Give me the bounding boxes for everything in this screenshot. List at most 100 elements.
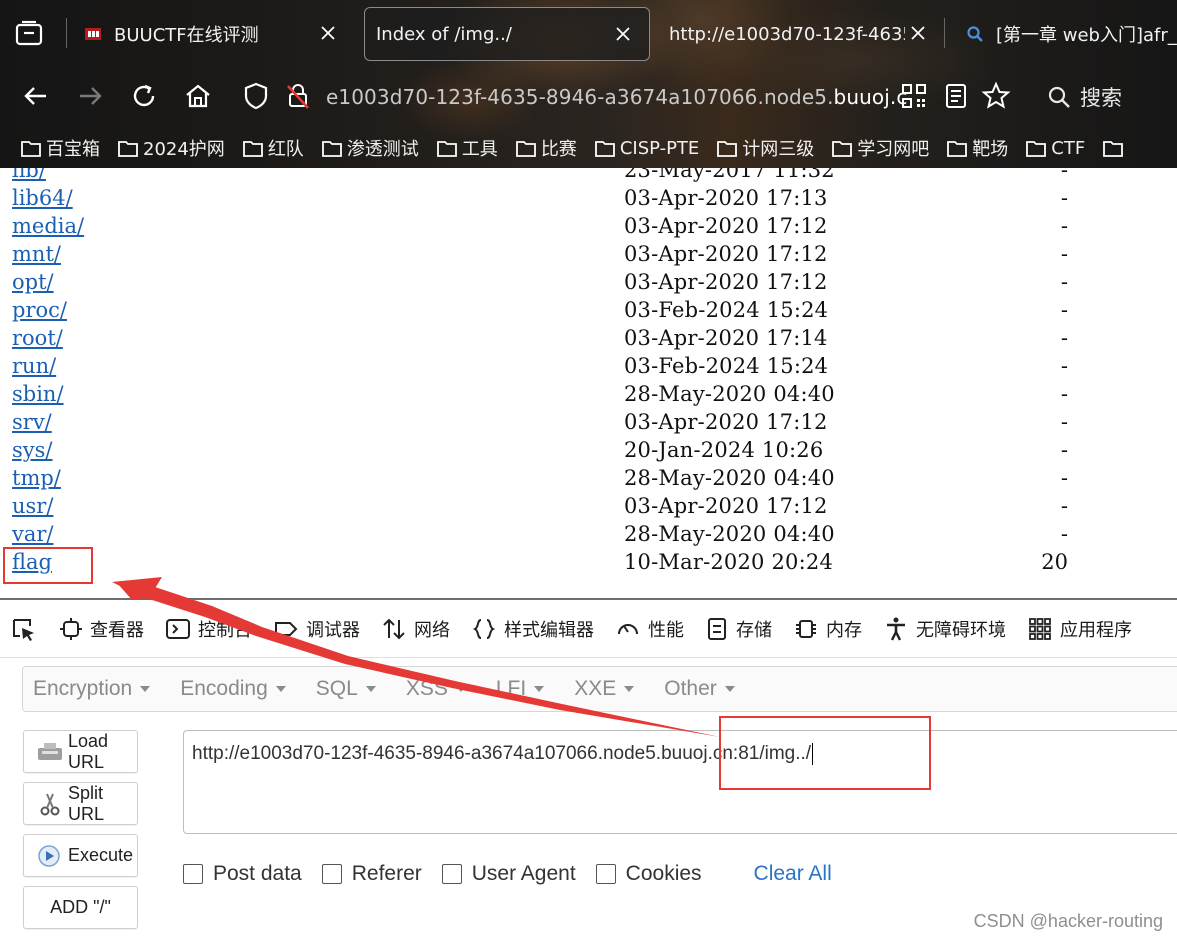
modified-date: 03-Apr-2020 17:12 [624, 214, 828, 238]
tab-afr2[interactable]: [第一章 web入门]afr_2 [962, 7, 1177, 61]
file-link[interactable]: run/ [12, 352, 56, 380]
file-link[interactable]: srv/ [12, 408, 52, 436]
reload-icon[interactable] [128, 80, 160, 112]
bookmark-star-icon[interactable] [980, 80, 1012, 112]
menu-lfi[interactable]: LFI [496, 677, 545, 701]
search-box[interactable]: 搜索 [1046, 82, 1177, 112]
back-arrow-icon[interactable] [20, 80, 52, 112]
modified-date: 20-Jan-2024 10:26 [624, 438, 824, 462]
tab-bar: BUUCTF在线评测 Index of /img../ http://e1003… [0, 0, 1177, 66]
address-bar[interactable]: e1003d70-123f-4635-8946-a3674a107066.nod… [326, 78, 936, 116]
url-textarea[interactable]: http://e1003d70-123f-4635-8946-a3674a107… [183, 730, 1177, 834]
checkbox-box[interactable] [321, 864, 342, 884]
tab-storage[interactable]: 存储 [706, 616, 772, 642]
post-data-checkbox[interactable]: Post data [183, 862, 302, 886]
element-picker-icon[interactable] [10, 616, 38, 642]
caret-down-icon [275, 686, 286, 692]
menu-encoding[interactable]: Encoding [180, 677, 286, 701]
url-domain: buuoj.c [833, 85, 908, 109]
file-link[interactable]: sys/ [12, 436, 53, 464]
menu-other[interactable]: Other [664, 677, 735, 701]
file-link[interactable]: sbin/ [12, 380, 64, 408]
reader-view-icon[interactable] [940, 80, 972, 112]
tab-buuctf[interactable]: BUUCTF在线评测 [76, 7, 354, 61]
tab-accessibility[interactable]: 无障碍环境 [884, 616, 1006, 642]
tab-debugger[interactable]: 调试器 [274, 616, 360, 642]
tab-label: 网络 [414, 619, 450, 641]
forward-arrow-icon[interactable] [74, 80, 106, 112]
checkbox-box[interactable] [183, 864, 203, 884]
close-icon[interactable] [906, 21, 930, 45]
bookmark-folder[interactable]: 学习网吧 [831, 135, 929, 161]
table-row: proc/03-Feb-2024 15:24 - [0, 296, 1177, 324]
file-link[interactable]: usr/ [12, 492, 53, 520]
tab-title: http://e1003d70-123f-4635 [669, 23, 905, 45]
bookmark-folder[interactable]: 渗透测试 [321, 135, 419, 161]
close-icon[interactable] [611, 22, 635, 46]
file-link[interactable]: opt/ [12, 268, 54, 296]
menu-sql[interactable]: SQL [316, 677, 376, 701]
home-icon[interactable] [182, 80, 214, 112]
caret-down-icon [455, 686, 466, 692]
menu-encryption[interactable]: Encryption [33, 677, 151, 701]
file-link[interactable]: proc/ [12, 296, 67, 324]
button-label: Execute [68, 845, 134, 865]
file-size: - [1060, 522, 1068, 546]
add-slash-button[interactable]: ADD "/" [23, 886, 138, 929]
caret-down-icon [624, 686, 635, 692]
bookmark-folder[interactable]: 红队 [242, 135, 304, 161]
checkbox-box[interactable] [441, 864, 462, 884]
insecure-lock-icon[interactable] [282, 80, 314, 112]
file-link[interactable]: var/ [12, 520, 54, 548]
close-icon[interactable] [316, 21, 340, 45]
screenshot-root: BUUCTF在线评测 Index of /img../ http://e1003… [0, 0, 1177, 940]
execute-button[interactable]: Execute [23, 834, 138, 877]
tab-console[interactable]: 控制台 [166, 616, 252, 642]
qr-code-icon[interactable] [898, 80, 930, 112]
clear-all-link[interactable]: Clear All [754, 862, 832, 886]
bookmarks-bar: 百宝箱 2024护网 红队 渗透测试 工具 比赛 CISP-PTE 计网三级 学… [0, 128, 1177, 168]
bookmark-folder[interactable]: CISP-PTE [594, 138, 699, 159]
menu-label: Encoding [180, 677, 268, 700]
shield-icon[interactable] [240, 80, 272, 112]
user-agent-checkbox[interactable]: User Agent [441, 862, 576, 886]
cookies-checkbox[interactable]: Cookies [595, 862, 702, 886]
tab-style-editor[interactable]: 样式编辑器 [472, 616, 594, 642]
tab-memory[interactable]: 内存 [794, 616, 862, 642]
tab-label: 内存 [826, 619, 862, 641]
tab-application[interactable]: 应用程序 [1028, 616, 1132, 642]
checkbox-box[interactable] [595, 864, 616, 884]
bookmark-folder[interactable]: 百宝箱 [20, 135, 100, 161]
bookmark-folder[interactable]: 工具 [436, 135, 498, 161]
folder-icon [21, 141, 41, 157]
file-link[interactable]: lib64/ [12, 184, 73, 212]
tab-http-url[interactable]: http://e1003d70-123f-4635 [660, 7, 942, 61]
file-link[interactable]: media/ [12, 212, 84, 240]
file-link[interactable]: tmp/ [12, 464, 61, 492]
menu-xss[interactable]: XSS [406, 677, 466, 701]
file-link[interactable]: mnt/ [12, 240, 61, 268]
split-url-button[interactable]: Split URL [23, 782, 138, 825]
tab-network[interactable]: 网络 [382, 616, 450, 642]
tab-performance[interactable]: 性能 [616, 616, 684, 642]
table-row: opt/03-Apr-2020 17:12 - [0, 268, 1177, 296]
bookmark-folder[interactable]: 比赛 [515, 135, 577, 161]
tab-inspector[interactable]: 查看器 [60, 616, 144, 642]
button-label: ADD "/" [50, 897, 111, 917]
menu-xxe[interactable]: XXE [574, 677, 635, 701]
browser-chrome: BUUCTF在线评测 Index of /img../ http://e1003… [0, 0, 1177, 168]
bookmark-folder[interactable] [1102, 138, 1128, 158]
tab-index-of-img[interactable]: Index of /img../ [364, 7, 650, 61]
bookmark-folder[interactable]: 计网三级 [716, 135, 814, 161]
referer-checkbox[interactable]: Referer [321, 862, 422, 886]
load-url-button[interactable]: Load URL [23, 730, 138, 773]
folder-icon [717, 141, 738, 157]
bookmark-folder[interactable]: 2024护网 [117, 135, 225, 161]
file-link[interactable]: root/ [12, 324, 63, 352]
bookmark-label: 计网三级 [742, 139, 815, 160]
bookmark-folder[interactable]: 靶场 [946, 135, 1008, 161]
tab-list-icon[interactable] [14, 20, 44, 48]
file-link[interactable]: lib/ [12, 168, 46, 184]
storage-icon [708, 617, 726, 640]
bookmark-folder[interactable]: CTF [1025, 138, 1085, 159]
